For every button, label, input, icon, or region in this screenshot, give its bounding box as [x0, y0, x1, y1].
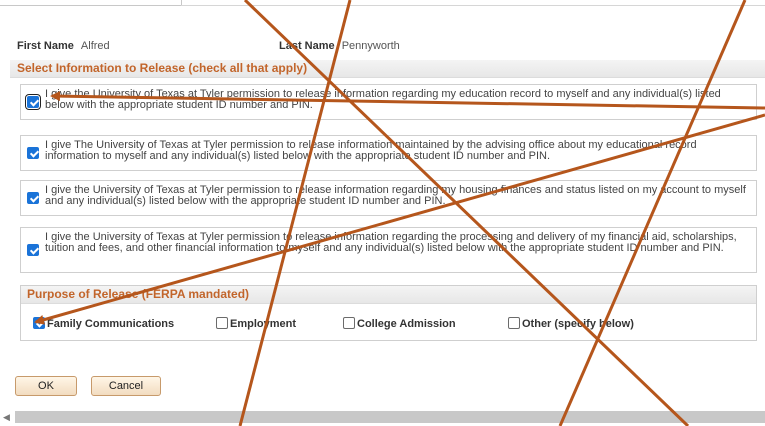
- first-name-label: First Name: [17, 40, 74, 52]
- purpose-employment[interactable]: Employment: [216, 317, 297, 330]
- purpose-college-admission[interactable]: College Admission: [343, 317, 456, 330]
- last-name-group: Last Name Pennyworth: [279, 40, 400, 52]
- name-row: First Name Alfred Last Name Pennyworth: [17, 40, 755, 54]
- release-option-text: I give the University of Texas at Tyler …: [45, 184, 746, 207]
- cancel-button[interactable]: Cancel: [91, 376, 161, 396]
- release-checkbox-education[interactable]: [25, 94, 41, 110]
- purpose-other[interactable]: Other (specify below): [508, 317, 634, 330]
- first-name-group: First Name Alfred: [17, 40, 110, 52]
- release-checkbox-housing[interactable]: [27, 192, 39, 204]
- last-name-value: Pennyworth: [341, 40, 400, 52]
- purpose-label: College Admission: [357, 318, 456, 330]
- tab-stub: [0, 0, 182, 6]
- release-option-housing: I give the University of Texas at Tyler …: [20, 180, 757, 216]
- purpose-section-title: Purpose of Release (FERPA mandated): [21, 286, 756, 304]
- release-option-financial-aid: I give the University of Texas at Tyler …: [20, 227, 757, 273]
- last-name-label: Last Name: [279, 40, 335, 52]
- release-checkbox-financial-aid[interactable]: [27, 244, 39, 256]
- top-divider: [181, 5, 765, 6]
- purpose-label: Family Communications: [47, 318, 175, 330]
- scrollbar-thumb[interactable]: [15, 411, 765, 423]
- purpose-checkbox-family-communications[interactable]: [33, 317, 45, 330]
- release-option-education: I give the University of Texas at Tyler …: [20, 84, 757, 120]
- purpose-checkbox-employment[interactable]: [216, 317, 228, 330]
- first-name-value: Alfred: [80, 40, 110, 52]
- purpose-checkbox-college-admission[interactable]: [343, 317, 355, 330]
- purpose-checkbox-other[interactable]: [508, 317, 520, 330]
- release-section-title: Select Information to Release (check all…: [10, 60, 765, 78]
- purpose-label: Employment: [230, 318, 297, 330]
- release-option-text: I give The University of Texas at Tyler …: [45, 139, 697, 162]
- release-option-advising: I give The University of Texas at Tyler …: [20, 135, 757, 171]
- release-option-text: I give the University of Texas at Tyler …: [45, 231, 737, 254]
- horizontal-scrollbar[interactable]: ◀: [0, 408, 765, 426]
- scroll-left-icon[interactable]: ◀: [3, 412, 10, 423]
- purpose-group: Purpose of Release (FERPA mandated) Fami…: [20, 285, 757, 341]
- release-option-text: I give the University of Texas at Tyler …: [45, 88, 721, 111]
- ok-button[interactable]: OK: [15, 376, 77, 396]
- purpose-label: Other (specify below): [522, 318, 634, 330]
- release-checkbox-advising[interactable]: [27, 147, 39, 159]
- purpose-family-communications[interactable]: Family Communications: [33, 317, 175, 330]
